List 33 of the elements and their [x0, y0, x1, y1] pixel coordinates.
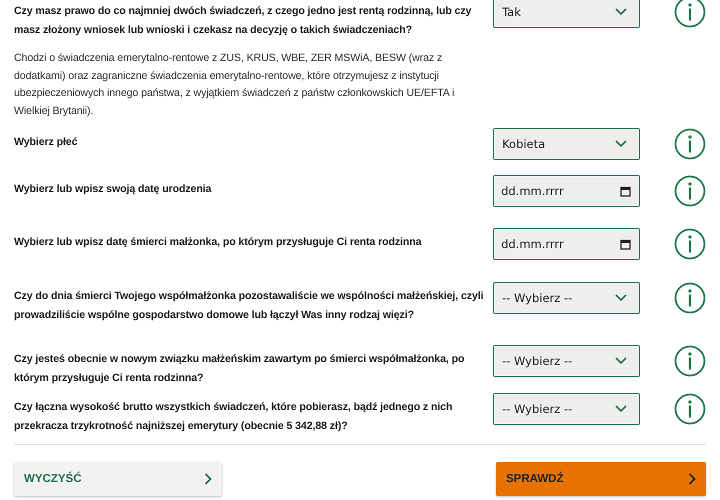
info-icon[interactable]	[674, 128, 706, 160]
chevron-down-icon	[615, 357, 628, 365]
question-label: Wybierz lub wpisz swoją datę urodzenia	[14, 182, 212, 197]
question-label: Czy do dnia śmierci Twojego współmałżonka pozostawaliście we wspólności małżeńskiej, czyli prowadziliście wspólne gospodarstwo domowe lub łączył Was inny rodzaj więzi?	[14, 289, 484, 323]
question-description: Chodzi o świadczenia emerytalno-rentowe z ZUS, KRUS, WBE, ZER MSWiA, BESW (wraz z dodatkami) oraz zagraniczne świadczenia emerytalno-rentowe, które otrzymujesz z instytucji ubezpieczeniowych innego państwa, z wyjątkiem świadczeń z państw członkowskich UE/EFTA i Wielkiej Brytanii).	[14, 51, 456, 118]
chevron-down-icon	[615, 294, 628, 302]
info-icon[interactable]	[674, 175, 706, 207]
chevron-down-icon	[615, 8, 628, 16]
clear-button[interactable]: WYCZYŚĆ	[14, 462, 222, 496]
select-field[interactable]: -- Wybierz --	[493, 345, 640, 377]
chevron-down-icon	[615, 140, 628, 148]
question-label: Czy łączna wysokość brutto wszystkich świadczeń, które pobierasz, bądź jednego z nich przekracza trzykrotność najniższej emerytury (obecnie 5 342,88 zł)?	[14, 400, 454, 434]
question-label: Czy jesteś obecnie w nowym związku małżeńskim zawartym po śmierci współmałżonka, po którym przysługuje Ci renta rodzinna?	[14, 352, 466, 386]
info-icon[interactable]	[674, 345, 706, 377]
chevron-down-icon	[615, 405, 628, 413]
check-button[interactable]: SPRAWDŹ	[496, 462, 706, 496]
chevron-right-icon	[688, 473, 696, 485]
info-icon[interactable]	[674, 228, 706, 260]
info-icon[interactable]	[674, 282, 706, 314]
calendar-icon	[620, 186, 632, 196]
select-field[interactable]: Kobieta	[493, 128, 640, 160]
question-label: Wybierz płeć	[14, 135, 78, 150]
select-field[interactable]: Tak	[493, 0, 640, 28]
select-field[interactable]: -- Wybierz --	[493, 393, 640, 425]
date-field[interactable]: dd.mm.rrrr	[493, 175, 640, 207]
date-field[interactable]: dd.mm.rrrr	[493, 228, 640, 260]
info-icon[interactable]	[674, 393, 706, 425]
question-label: Czy masz prawo do co najmniej dwóch świadczeń, z czego jedno jest rentą rodzinną, lub czy masz złożony wniosek lub wnioski i czekasz na decyzję o takich świadczeniach?	[14, 4, 472, 38]
select-field[interactable]: -- Wybierz --	[493, 282, 640, 314]
chevron-right-icon	[204, 473, 212, 485]
info-icon[interactable]	[674, 0, 706, 28]
question-label: Wybierz lub wpisz datę śmierci małżonka, po którym przysługuje Ci renta rodzinna	[14, 235, 422, 250]
calendar-icon	[620, 238, 632, 250]
